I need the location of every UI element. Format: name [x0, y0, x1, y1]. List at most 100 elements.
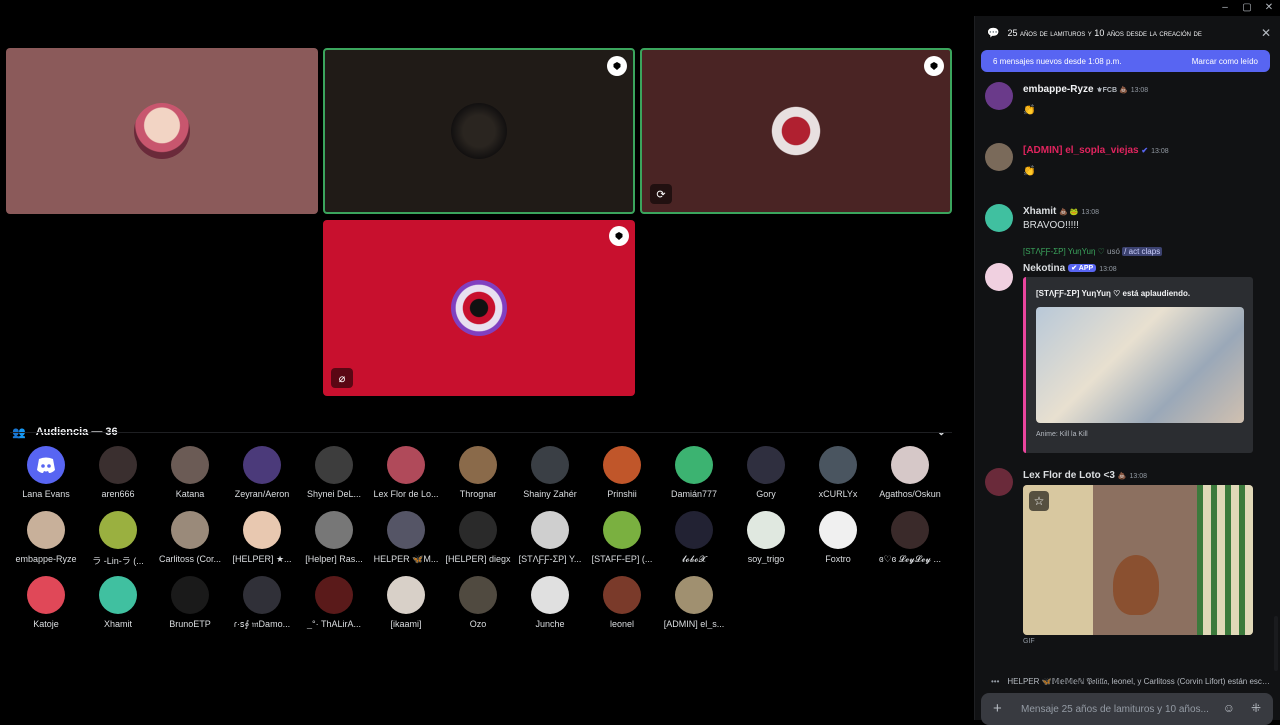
avatar: [891, 446, 929, 484]
typing-text: HELPER 🦋𝕄𝕖𝕄𝕖ℕ 𝔓𝔬𝔩𝔦𝔩𝔩𝔞, leonel, y Carlito…: [1007, 677, 1271, 686]
avatar: [747, 511, 785, 549]
minimize-button[interactable]: –: [1214, 0, 1236, 16]
audience-member[interactable]: HELPER 🦋M...: [370, 511, 442, 565]
member-name: [ADMIN] el_s...: [663, 619, 725, 629]
audience-member[interactable]: ɞ♡ɞ 𝓛𝓮𝔂𝓛𝓮𝔂 ...: [874, 511, 946, 565]
avatar: [243, 511, 281, 549]
avatar: [531, 511, 569, 549]
scrollbar[interactable]: [1274, 616, 1278, 671]
audience-member[interactable]: Carlitoss (Cor...: [154, 511, 226, 564]
audience-member[interactable]: _°· ThALirA...: [298, 576, 370, 629]
embed-image[interactable]: [1036, 307, 1244, 423]
audience-member[interactable]: Lex Flor de Lo...: [370, 446, 442, 499]
member-name: Shainy Zahér: [523, 489, 577, 499]
message-author[interactable]: [ADMIN] el_sopla_viejas ✔ 13:08: [1023, 145, 1169, 156]
typing-dots-icon: •••: [991, 677, 1000, 686]
member-name: Katana: [175, 489, 205, 499]
message-input[interactable]: Mensaje 25 años de lamituros y 10 años..…: [1021, 704, 1221, 715]
avatar: [675, 576, 713, 614]
audience-member[interactable]: embappe-Ryze: [10, 511, 82, 564]
close-icon[interactable]: ✕: [1261, 26, 1271, 40]
maximize-button[interactable]: ▢: [1236, 0, 1258, 16]
avatar[interactable]: [985, 263, 1013, 291]
avatar: [531, 576, 569, 614]
member-name: 𝓵𝓸𝓫𝓸𝓧: [682, 554, 706, 564]
speaker-tile[interactable]: ⌀: [323, 220, 635, 396]
avatar: [315, 511, 353, 549]
avatar: [819, 446, 857, 484]
audience-member[interactable]: ɾ·ꜱ∮ 𝔪Damo...: [226, 576, 298, 630]
avatar: [459, 576, 497, 614]
typing-indicator: ••• HELPER 🦋𝕄𝕖𝕄𝕖ℕ 𝔓𝔬𝔩𝔦𝔩𝔩𝔞, leonel, y Carl…: [991, 677, 1271, 687]
audience-member[interactable]: [STΛƑƑ-ΣP] Y...: [514, 511, 586, 564]
reply-command[interactable]: / act claps: [1122, 247, 1163, 256]
avatar: [603, 576, 641, 614]
audience-member[interactable]: leonel: [586, 576, 658, 629]
member-name: soy_trigo: [747, 554, 785, 564]
reply-context[interactable]: [STΛƑƑ-ΣP] YuηYuη ♡ usó / act claps: [975, 247, 1275, 259]
member-name: Lana Evans: [22, 489, 70, 499]
avatar[interactable]: [985, 82, 1013, 110]
audience-member[interactable]: [HELPER] ★...: [226, 511, 298, 565]
audience-member[interactable]: [Helper] Ras...: [298, 511, 370, 564]
message-author[interactable]: Nekotina ✔ APP 13:08: [1023, 263, 1117, 274]
close-window-button[interactable]: ✕: [1258, 0, 1280, 16]
audience-member[interactable]: [HELPER] diegx: [442, 511, 514, 564]
audience-member[interactable]: Shynei DeL...: [298, 446, 370, 499]
audience-member[interactable]: Lana Evans: [10, 446, 82, 499]
avatar[interactable]: [985, 468, 1013, 496]
audience-member[interactable]: Damián777: [658, 446, 730, 499]
title-bar: – ▢ ✕: [0, 0, 1280, 16]
apps-icon[interactable]: ⁜: [1251, 701, 1261, 715]
moderator-icon: [607, 56, 627, 76]
message-author[interactable]: embappe-Ryze ⚜FCB 💩 13:08: [1023, 84, 1148, 95]
member-name: Xhamit: [103, 619, 132, 629]
favorite-icon[interactable]: ☆: [1029, 491, 1049, 511]
audience-member[interactable]: [STAFF-EP] (...: [586, 511, 658, 564]
audience-member[interactable]: BrunoETP: [154, 576, 226, 629]
mark-read-button[interactable]: Marcar como leído: [1192, 57, 1258, 66]
audience-member[interactable]: Katana: [154, 446, 226, 499]
avatar: [387, 446, 425, 484]
audience-member[interactable]: aren666: [82, 446, 154, 499]
add-attachment-icon[interactable]: +: [993, 700, 1002, 717]
message-author[interactable]: Lex Flor de Loto <3 💩 13:08: [1023, 470, 1147, 481]
gif-attachment[interactable]: ☆: [1023, 485, 1253, 635]
message-author[interactable]: Xhamit 💩 🐸 13:08: [1023, 206, 1099, 217]
member-name: ɾ·ꜱ∮ 𝔪Damo...: [233, 619, 291, 629]
member-name: ɞ♡ɞ 𝓛𝓮𝔂𝓛𝓮𝔂 ...: [879, 554, 941, 564]
audience-member[interactable]: Gory: [730, 446, 802, 499]
audience-member[interactable]: Thrognar: [442, 446, 514, 499]
avatar[interactable]: [985, 204, 1013, 232]
audience-member[interactable]: Zeyran/Aeron: [226, 446, 298, 499]
audience-member[interactable]: ラ -Lin-ラ (...: [82, 511, 154, 567]
app-tag: ✔ APP: [1068, 264, 1097, 273]
audience-member[interactable]: 𝓵𝓸𝓫𝓸𝓧: [658, 511, 730, 565]
audience-member[interactable]: xCURLYx: [802, 446, 874, 499]
member-name: aren666: [101, 489, 135, 499]
audience-member[interactable]: soy_trigo: [730, 511, 802, 564]
speaker-tile[interactable]: ⟳: [640, 48, 952, 214]
chat-message: embappe-Ryze ⚜FCB 💩 13:08 👏: [975, 82, 1275, 142]
audience-member[interactable]: Agathos/Oskun: [874, 446, 946, 499]
speaker-tile[interactable]: [6, 48, 318, 214]
member-name: Foxtro: [825, 554, 851, 564]
audience-member[interactable]: Junche: [514, 576, 586, 629]
message-composer[interactable]: + Mensaje 25 años de lamituros y 10 años…: [981, 693, 1273, 725]
audience-member[interactable]: Prinshii: [586, 446, 658, 499]
member-name: Prinshii: [607, 489, 637, 499]
speaker-avatar: [768, 103, 824, 159]
speaker-tile[interactable]: [323, 48, 635, 214]
audience-member[interactable]: Ozo: [442, 576, 514, 629]
discord-logo-avatar: [27, 446, 65, 484]
member-name: Shynei DeL...: [306, 489, 362, 499]
new-messages-bar[interactable]: 6 mensajes nuevos desde 1:08 p.m. Marcar…: [981, 50, 1270, 72]
avatar[interactable]: [985, 143, 1013, 171]
audience-member[interactable]: [ikaami]: [370, 576, 442, 629]
audience-member[interactable]: Foxtro: [802, 511, 874, 564]
audience-member[interactable]: [ADMIN] el_s...: [658, 576, 730, 629]
emoji-icon[interactable]: ☺: [1223, 701, 1235, 715]
audience-member[interactable]: Shainy Zahér: [514, 446, 586, 499]
audience-member[interactable]: Katoje: [10, 576, 82, 629]
audience-member[interactable]: Xhamit: [82, 576, 154, 629]
